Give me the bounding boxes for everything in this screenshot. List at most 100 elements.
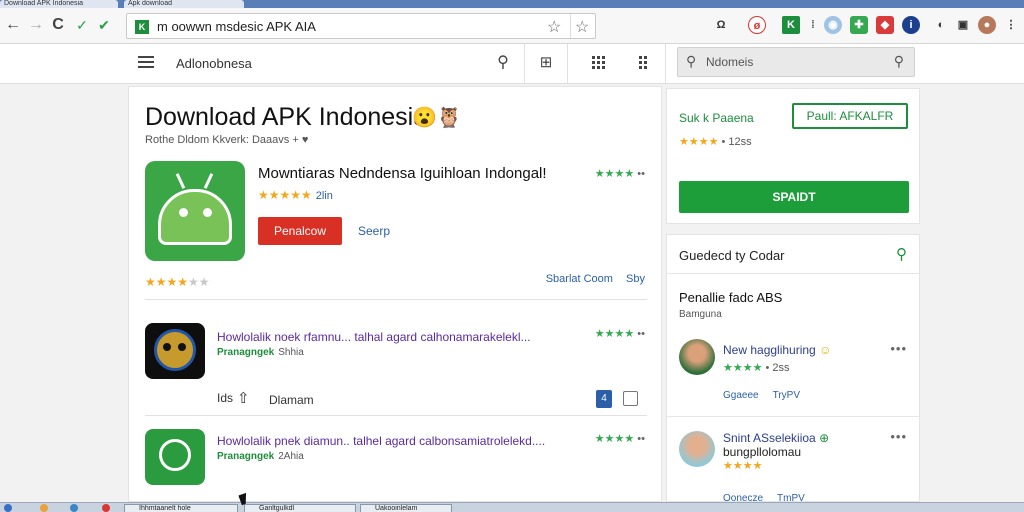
security-icon[interactable]: ✔ bbox=[95, 16, 113, 34]
main-content: Download APK Indonesia 😮🦉 Rothe Dldom Kk… bbox=[128, 86, 662, 502]
hamburger-menu-icon[interactable] bbox=[138, 56, 154, 68]
address-text[interactable]: m oowwn msdesic APK AIA bbox=[157, 19, 316, 34]
item-link-1[interactable]: Ggaeee bbox=[723, 390, 759, 401]
bookmark-star-icon[interactable]: ☆ bbox=[547, 17, 561, 37]
site-favicon-icon: K bbox=[135, 20, 149, 34]
site-header: Adlonobnesa ⚲ ⊞ ⚲ Ndomeis ⚲ bbox=[0, 44, 1024, 84]
extension-block-icon[interactable]: ø bbox=[748, 16, 766, 34]
promo-install-button[interactable]: SPAIDT bbox=[679, 181, 909, 213]
list-item-title[interactable]: Howlolalik pnek diamun.. talhel agard ca… bbox=[217, 434, 545, 448]
extension-skype-icon[interactable]: Ω bbox=[712, 16, 730, 34]
download-button[interactable]: Penalcow bbox=[258, 217, 342, 245]
browser-tab-2[interactable]: Apk download bbox=[124, 0, 244, 8]
taskbar-window[interactable]: Ganltgulkdl bbox=[244, 504, 356, 512]
count-badge[interactable]: 4 bbox=[596, 390, 612, 408]
taskbar-app-icon[interactable] bbox=[102, 504, 110, 512]
apps-box-icon[interactable]: ⊞ bbox=[535, 52, 557, 74]
address-divider bbox=[570, 14, 571, 38]
extension-info-icon[interactable]: i bbox=[902, 16, 920, 34]
heart-icon: ♥ bbox=[301, 134, 309, 146]
sidebar-section-card: Guedecd ty Codar ⚲ Penallie fadc ABS Bam… bbox=[666, 234, 920, 504]
bookmark-list-star-icon[interactable]: ☆ bbox=[575, 17, 589, 37]
section-item-rating: ★★★★ • 2ss bbox=[723, 362, 790, 374]
extension-grid-icon[interactable]: ⁞ bbox=[804, 16, 822, 34]
user-avatar[interactable] bbox=[679, 339, 715, 375]
action-label-dlamam[interactable]: Dlamam bbox=[269, 393, 314, 407]
plus-icon: + bbox=[292, 134, 299, 146]
menu-icon[interactable]: ⋮ bbox=[1002, 16, 1020, 34]
link-2[interactable]: Sby bbox=[626, 273, 645, 285]
more-grid-icon[interactable] bbox=[639, 56, 647, 69]
extension-kaspersky-icon[interactable]: K bbox=[782, 16, 800, 34]
section-item-name[interactable]: New hagglihuring ☺ bbox=[723, 343, 831, 357]
section-item-name[interactable]: Snint ASselekiioa ⊕ bbox=[723, 431, 829, 445]
os-taskbar: Ihhmtaanelt hole Ganltgulkdl Uakooinlela… bbox=[0, 502, 1024, 512]
taskbar-window[interactable]: Ihhmtaanelt hole bbox=[124, 504, 238, 512]
apps-grid-icon[interactable] bbox=[592, 56, 605, 69]
shield-check-icon[interactable]: ✓ bbox=[73, 16, 91, 34]
user-avatar[interactable] bbox=[679, 431, 715, 467]
browser-tab-1[interactable]: Download APK Indonesia bbox=[0, 0, 118, 8]
list-item-developer[interactable]: Pranagngek Shhia bbox=[217, 347, 304, 358]
select-checkbox[interactable] bbox=[623, 391, 638, 406]
featured-green-rating: ★★★★ •• bbox=[594, 168, 645, 180]
section-title: Penallie fadc ABS bbox=[679, 290, 783, 305]
link-1[interactable]: Sbarlat Coom bbox=[546, 273, 613, 285]
promo-title: Suk k Paaena bbox=[679, 111, 754, 125]
item-link-2[interactable]: TryPV bbox=[773, 390, 800, 401]
reload-icon[interactable]: C bbox=[49, 16, 67, 34]
header-divider bbox=[524, 44, 525, 84]
search-icon[interactable]: ⚲ bbox=[492, 52, 514, 74]
featured-links: Sbarlat Coom Sby bbox=[546, 273, 645, 285]
extension-leaf-icon[interactable]: ✚ bbox=[850, 16, 868, 34]
list-item-rating: ★★★★ •• bbox=[594, 328, 645, 340]
forward-icon[interactable]: → bbox=[27, 16, 45, 34]
back-icon[interactable]: ← bbox=[4, 16, 22, 34]
divider bbox=[145, 415, 647, 416]
featured-rating: ★★★★★ 2lin bbox=[258, 188, 333, 202]
share-up-icon[interactable]: ⇧ bbox=[237, 389, 250, 407]
search-input[interactable]: Ndomeis bbox=[706, 55, 753, 69]
header-divider bbox=[567, 44, 568, 84]
action-label-ids[interactable]: Ids bbox=[217, 391, 233, 405]
more-options-icon[interactable]: ••• bbox=[890, 341, 907, 356]
more-options-icon[interactable]: ••• bbox=[890, 429, 907, 444]
section-item-links: Ggaeee TryPV bbox=[723, 390, 800, 401]
search-submit-icon[interactable]: ⚲ bbox=[894, 53, 904, 70]
start-icon[interactable] bbox=[4, 504, 12, 512]
section-divider bbox=[667, 273, 919, 274]
whatsapp-app-icon[interactable] bbox=[145, 429, 205, 485]
section-item-rating: ★★★★ bbox=[723, 460, 763, 472]
extension-shield-icon[interactable]: ◐ bbox=[932, 16, 950, 34]
header-divider bbox=[665, 44, 666, 84]
site-search-box[interactable]: ⚲ Ndomeis ⚲ bbox=[677, 47, 915, 77]
section-subtitle: Bamguna bbox=[679, 309, 722, 320]
taskbar-window[interactable]: Uakooinlelam bbox=[360, 504, 452, 512]
address-bar[interactable]: K m oowwn msdesic APK AIA ☆ ☆ bbox=[126, 13, 596, 39]
promo-outline-button[interactable]: Paull: AFKALFR bbox=[792, 103, 908, 129]
list-item-rating: ★★★★ •• bbox=[594, 433, 645, 445]
extension-window-icon[interactable]: ▣ bbox=[954, 16, 972, 34]
profile-avatar[interactable]: ● bbox=[978, 16, 996, 34]
section-search-icon[interactable]: ⚲ bbox=[896, 245, 907, 263]
section-header: Guedecd ty Codar bbox=[679, 248, 785, 263]
extension-tag-icon[interactable]: ◆ bbox=[876, 16, 894, 34]
browser-toolbar: ← → C ✓ ✔ K m oowwn msdesic APK AIA ☆ ☆ … bbox=[0, 8, 1024, 44]
android-app-icon[interactable] bbox=[145, 161, 245, 261]
browser-tab-strip: Download APK Indonesia Apk download bbox=[0, 0, 1024, 8]
featured-app-name[interactable]: Mowntiaras Nedndensa Iguihloan Indongal! bbox=[258, 165, 547, 182]
list-item-title[interactable]: Howlolalik noek rfamnu... talhal agard c… bbox=[217, 330, 531, 344]
promo-rating: ★★★★ • 12ss bbox=[679, 136, 752, 148]
taskbar-app-icon[interactable] bbox=[40, 504, 48, 512]
divider bbox=[145, 299, 647, 300]
search-link[interactable]: Seerp bbox=[358, 224, 390, 238]
section-divider bbox=[667, 416, 919, 417]
site-title[interactable]: Adlonobnesa bbox=[176, 56, 252, 71]
taskbar-app-icon[interactable] bbox=[70, 504, 78, 512]
section-item-name-2[interactable]: bungpllolomau bbox=[723, 445, 801, 459]
search-icon: ⚲ bbox=[686, 53, 697, 69]
user-rating[interactable]: ★★★★★★ bbox=[145, 275, 210, 289]
extension-globe-icon[interactable]: ◉ bbox=[824, 16, 842, 34]
list-item-developer[interactable]: Pranagngek 2Ahia bbox=[217, 451, 304, 462]
list-app-icon[interactable] bbox=[145, 323, 205, 379]
